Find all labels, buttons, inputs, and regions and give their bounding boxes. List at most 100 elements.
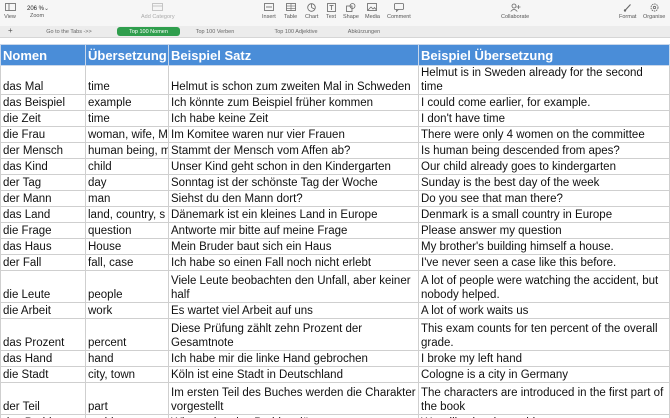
header-beispiel-uebersetzung[interactable]: Beispiel Übersetzung [418, 44, 670, 66]
cell-nomen[interactable]: die Frage [0, 222, 86, 239]
cell-nomen[interactable]: das Beispiel [0, 94, 86, 111]
cell-nomen[interactable]: der Teil [0, 382, 86, 415]
tab-top-100-nomen[interactable]: Top 100 Nomen [117, 27, 180, 36]
cell-nomen[interactable]: das Mal [0, 65, 86, 95]
cell-uebersetzung[interactable]: work [85, 302, 169, 319]
cell-uebersetzung[interactable]: hand [85, 350, 169, 367]
header-uebersetzung[interactable]: Übersetzung [85, 44, 169, 66]
cell-beispiel-uebersetzung[interactable]: I broke my left hand [418, 350, 670, 367]
shape-button[interactable]: Shape [343, 2, 359, 20]
cell-nomen[interactable]: das Problem [0, 414, 86, 418]
cell-nomen[interactable]: das Haus [0, 238, 86, 255]
tab-abkuerzungen[interactable]: Abkürzungen [334, 27, 394, 36]
cell-beispiel-satz[interactable]: Ich habe keine Zeit [168, 110, 419, 127]
cell-nomen[interactable]: der Mann [0, 190, 86, 207]
tab-top-100-adjektive[interactable]: Top 100 Adjektive [257, 27, 335, 36]
cell-beispiel-uebersetzung[interactable]: A lot of work waits us [418, 302, 670, 319]
cell-beispiel-uebersetzung[interactable]: Do you see that man there? [418, 190, 670, 207]
insert-button[interactable]: Insert [262, 2, 276, 20]
cell-nomen[interactable]: das Land [0, 206, 86, 223]
cell-beispiel-uebersetzung[interactable]: I don't have time [418, 110, 670, 127]
cell-beispiel-uebersetzung[interactable]: We will solve the problem [418, 414, 670, 418]
cell-beispiel-uebersetzung[interactable]: My brother's building himself a house. [418, 238, 670, 255]
cell-uebersetzung[interactable]: problem [85, 414, 169, 418]
cell-uebersetzung[interactable]: question [85, 222, 169, 239]
cell-beispiel-satz[interactable]: Ich könnte zum Beispiel früher kommen [168, 94, 419, 111]
cell-nomen[interactable]: die Stadt [0, 366, 86, 383]
cell-beispiel-uebersetzung[interactable]: I've never seen a case like this before. [418, 254, 670, 271]
cell-beispiel-satz[interactable]: Es wartet viel Arbeit auf uns [168, 302, 419, 319]
cell-beispiel-uebersetzung[interactable]: Please answer my question [418, 222, 670, 239]
cell-uebersetzung[interactable]: child [85, 158, 169, 175]
cell-beispiel-uebersetzung[interactable]: A lot of people were watching the accide… [418, 270, 670, 303]
cell-beispiel-satz[interactable]: Dänemark ist ein kleines Land in Europe [168, 206, 419, 223]
cell-uebersetzung[interactable]: man [85, 190, 169, 207]
cell-uebersetzung[interactable]: House [85, 238, 169, 255]
add-sheet-button[interactable]: + [8, 26, 13, 35]
media-button[interactable]: Media [365, 2, 380, 20]
cell-uebersetzung[interactable]: people [85, 270, 169, 303]
cell-uebersetzung[interactable]: city, town [85, 366, 169, 383]
cell-uebersetzung[interactable]: time [85, 65, 169, 95]
cell-beispiel-satz[interactable]: Ich habe so einen Fall noch nicht erlebt [168, 254, 419, 271]
cell-beispiel-uebersetzung[interactable]: This exam counts for ten percent of the … [418, 318, 670, 351]
header-beispiel-satz[interactable]: Beispiel Satz [168, 44, 419, 66]
cell-beispiel-satz[interactable]: Stammt der Mensch vom Affen ab? [168, 142, 419, 159]
cell-beispiel-satz[interactable]: Mein Bruder baut sich ein Haus [168, 238, 419, 255]
cell-nomen[interactable]: die Arbeit [0, 302, 86, 319]
cell-uebersetzung[interactable]: woman, wife, M [85, 126, 169, 143]
cell-beispiel-satz[interactable]: Im Komitee waren nur vier Frauen [168, 126, 419, 143]
comment-button[interactable]: Comment [387, 2, 411, 20]
cell-beispiel-uebersetzung[interactable]: Cologne is a city in Germany [418, 366, 670, 383]
add-category-button[interactable]: Add Category [141, 2, 175, 20]
view-button[interactable]: View [4, 2, 16, 20]
cell-beispiel-satz[interactable]: Viele Leute beobachten den Unfall, aber … [168, 270, 419, 303]
cell-beispiel-satz[interactable]: Antworte mir bitte auf meine Frage [168, 222, 419, 239]
cell-beispiel-satz[interactable]: Unser Kind geht schon in den Kindergarte… [168, 158, 419, 175]
cell-beispiel-satz[interactable]: Diese Prüfung zählt zehn Prozent der Ges… [168, 318, 419, 351]
header-nomen[interactable]: Nomen [0, 44, 86, 66]
cell-beispiel-uebersetzung[interactable]: Our child already goes to kindergarten [418, 158, 670, 175]
cell-nomen[interactable]: die Frau [0, 126, 86, 143]
cell-uebersetzung[interactable]: example [85, 94, 169, 111]
cell-beispiel-satz[interactable]: Köln ist eine Stadt in Deutschland [168, 366, 419, 383]
cell-uebersetzung[interactable]: part [85, 382, 169, 415]
cell-nomen[interactable]: der Tag [0, 174, 86, 191]
cell-beispiel-satz[interactable]: Sonntag ist der schönste Tag der Woche [168, 174, 419, 191]
collaborate-button[interactable]: Collaborate [501, 2, 529, 20]
cell-beispiel-uebersetzung[interactable]: I could come earlier, for example. [418, 94, 670, 111]
cell-uebersetzung[interactable]: time [85, 110, 169, 127]
cell-beispiel-uebersetzung[interactable]: There were only 4 women on the committee [418, 126, 670, 143]
cell-nomen[interactable]: das Hand [0, 350, 86, 367]
tab-go-to-the-tabs[interactable]: Go to the Tabs ->> [26, 27, 112, 36]
cell-beispiel-uebersetzung[interactable]: Sunday is the best day of the week [418, 174, 670, 191]
chevron-down-icon[interactable]: ⌄ [44, 5, 49, 12]
format-button[interactable]: Format [619, 2, 636, 20]
cell-uebersetzung[interactable]: percent [85, 318, 169, 351]
cell-uebersetzung[interactable]: fall, case [85, 254, 169, 271]
tab-top-100-verben[interactable]: Top 100 Verben [183, 27, 247, 36]
cell-nomen[interactable]: der Fall [0, 254, 86, 271]
cell-beispiel-satz[interactable]: Helmut is schon zum zweiten Mal in Schwe… [168, 65, 419, 95]
cell-beispiel-satz[interactable]: Wir werden das Problem lösen [168, 414, 419, 418]
cell-uebersetzung[interactable]: day [85, 174, 169, 191]
cell-nomen[interactable]: die Leute [0, 270, 86, 303]
cell-beispiel-uebersetzung[interactable]: The characters are introduced in the fir… [418, 382, 670, 415]
cell-beispiel-satz[interactable]: Ich habe mir die linke Hand gebrochen [168, 350, 419, 367]
text-button[interactable]: Text [325, 2, 337, 20]
cell-beispiel-uebersetzung[interactable]: Is human being descended from apes? [418, 142, 670, 159]
cell-beispiel-uebersetzung[interactable]: Denmark is a small country in Europe [418, 206, 670, 223]
cell-beispiel-satz[interactable]: Im ersten Teil des Buches werden die Cha… [168, 382, 419, 415]
cell-uebersetzung[interactable]: human being, m [85, 142, 169, 159]
table-button[interactable]: Table [284, 2, 297, 20]
chart-button[interactable]: Chart [305, 2, 318, 20]
organise-button[interactable]: Organise [643, 2, 665, 20]
cell-nomen[interactable]: die Zeit [0, 110, 86, 127]
cell-nomen[interactable]: das Kind [0, 158, 86, 175]
cell-nomen[interactable]: der Mensch [0, 142, 86, 159]
cell-nomen[interactable]: das Prozent [0, 318, 86, 351]
cell-beispiel-uebersetzung[interactable]: Helmut is in Sweden already for the seco… [418, 65, 670, 95]
cell-beispiel-satz[interactable]: Siehst du den Mann dort? [168, 190, 419, 207]
zoom-value[interactable]: 206 % [27, 6, 44, 12]
cell-uebersetzung[interactable]: land, country, s [85, 206, 169, 223]
